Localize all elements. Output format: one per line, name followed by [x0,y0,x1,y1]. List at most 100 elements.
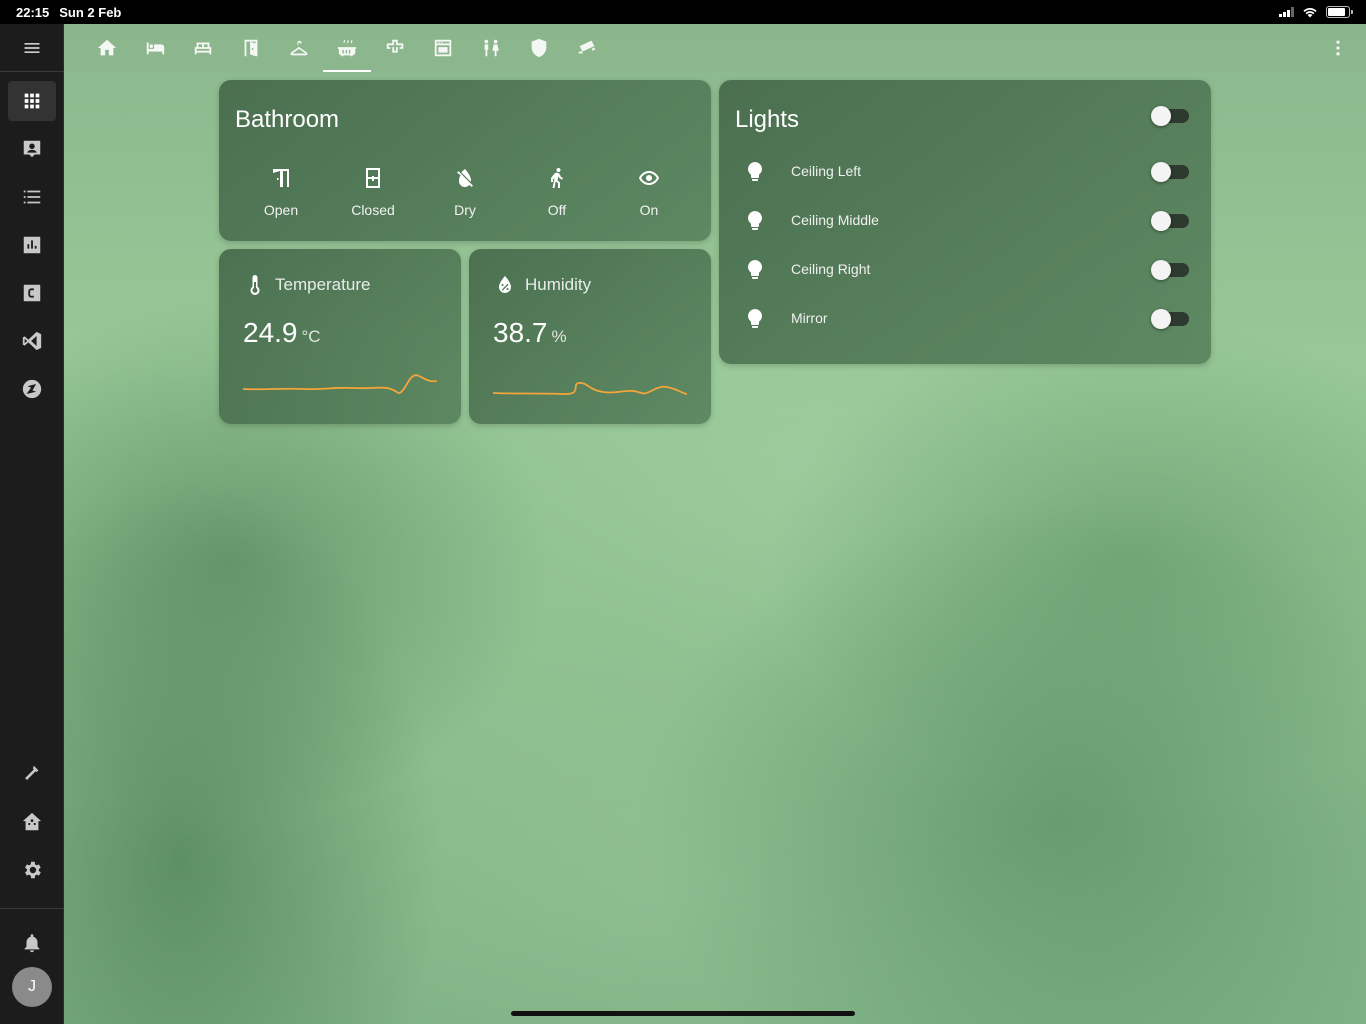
puzzle-icon [386,39,404,53]
menu-icon [24,42,40,53]
tab-living-room[interactable] [179,24,227,72]
humidity-value: 38.7 [493,317,548,348]
lightbulb-icon [748,162,762,181]
water-percent-icon [499,276,511,293]
dots-vertical-icon [1336,40,1340,56]
door-icon [244,39,258,57]
lights-card: Lights Ceiling Left Ceiling Middle Ceili… [719,80,1211,364]
gear-icon [25,861,41,879]
status-icons [1279,6,1353,18]
temperature-value: 24.9 [243,317,298,348]
light-row-ceiling-left[interactable]: Ceiling Left [719,150,1211,194]
lightbulb-icon [748,211,762,230]
light-toggle-ceiling-middle[interactable] [1151,211,1189,231]
light-toggle-mirror[interactable] [1151,309,1189,329]
humidity-header: Humidity [493,273,591,297]
entity-window[interactable]: Closed [327,166,419,226]
entity-presence-state: On [639,202,659,218]
temperature-unit: °C [301,327,321,346]
sidebar-item-configurator[interactable] [8,273,56,313]
status-date: Sun 2 Feb [59,4,122,20]
entity-leak-state: Dry [454,202,476,218]
sidebar-item-zigbee[interactable] [8,369,56,409]
humidity-name: Humidity [525,275,592,294]
dashboard-grid-icon [24,93,40,109]
cellular-signal-icon [1279,7,1294,17]
light-toggle-ceiling-right[interactable] [1151,260,1189,280]
tab-hallway[interactable] [227,24,275,72]
lightbulb-icon [748,260,762,279]
list-icon [23,190,41,204]
tab-bathroom[interactable] [323,24,371,72]
vscode-icon [22,331,42,351]
humidity-card[interactable]: Humidity 38.7% [469,249,711,424]
lightbulb-icon [748,309,762,328]
status-time: 22:15 [16,4,50,20]
eye-icon [639,171,659,185]
light-name: Ceiling Middle [791,212,879,228]
home-icon [97,39,117,56]
stove-icon [434,39,452,57]
light-name: Ceiling Left [791,163,862,179]
temperature-card[interactable]: Temperature 24.9 °C [219,249,461,424]
light-row-mirror[interactable]: Mirror [719,297,1211,341]
light-row-ceiling-middle[interactable]: Ceiling Middle [719,199,1211,243]
door-open-icon [273,169,289,187]
water-off-icon [457,169,473,188]
tab-family[interactable] [467,24,515,72]
sidebar-item-studio-code[interactable] [8,321,56,361]
sidebar-item-home-assistant[interactable] [8,802,56,842]
menu-button[interactable] [0,24,64,72]
tab-bedroom[interactable] [131,24,179,72]
tab-kitchen[interactable] [419,24,467,72]
walk-icon [551,168,563,188]
entity-presence[interactable]: On [603,166,695,226]
family-icon [484,39,499,57]
window-closed-icon [366,168,380,188]
overflow-menu-button[interactable] [1326,36,1350,60]
compass-icon [22,379,42,399]
lights-master-toggle[interactable] [1151,106,1189,126]
status-bar: 22:15 Sun 2 Feb [0,0,1366,24]
temperature-value-row: 24.9 °C [243,317,321,349]
entity-door[interactable]: Open [235,166,327,226]
tab-wardrobe[interactable] [275,24,323,72]
entity-motion[interactable]: Off [511,166,603,226]
tab-security[interactable] [515,24,563,72]
tab-cameras[interactable] [563,24,611,72]
tab-home[interactable] [83,24,131,72]
humidity-sparkline [493,382,687,395]
humidity-value-row: 38.7% [493,317,567,349]
sidebar-item-developer-tools[interactable] [8,754,56,794]
light-name: Ceiling Right [791,261,871,277]
view-tabs [64,24,1366,72]
notifications-button[interactable] [8,923,56,963]
wifi-icon [1303,8,1317,18]
battery-icon [1326,6,1353,18]
sidebar-item-settings[interactable] [8,850,56,890]
home-indicator[interactable] [511,1011,855,1016]
sidebar-item-history[interactable] [8,225,56,265]
sofa-icon [194,42,212,55]
sidebar-item-map[interactable] [8,129,56,169]
light-toggle-ceiling-left[interactable] [1151,162,1189,182]
c-box-icon [23,284,41,302]
entity-door-state: Open [263,202,299,218]
bell-icon [24,934,40,953]
entity-leak[interactable]: Dry [419,166,511,226]
tab-puzzle[interactable] [371,24,419,72]
bathroom-card-title: Bathroom [235,106,340,133]
temperature-header: Temperature [243,273,370,297]
lights-card-title: Lights [735,106,800,133]
avatar[interactable]: J [12,967,52,1007]
light-row-ceiling-right[interactable]: Ceiling Right [719,248,1211,292]
entity-motion-state: Off [547,202,567,218]
sidebar-item-overview[interactable] [8,81,56,121]
sidebar: J [0,24,64,1024]
bathtub-icon [337,39,357,57]
cctv-icon [578,40,596,54]
temperature-name: Temperature [275,275,371,294]
sidebar-item-logbook[interactable] [8,177,56,217]
avatar-initial: J [28,978,36,995]
sidebar-divider [0,908,64,909]
